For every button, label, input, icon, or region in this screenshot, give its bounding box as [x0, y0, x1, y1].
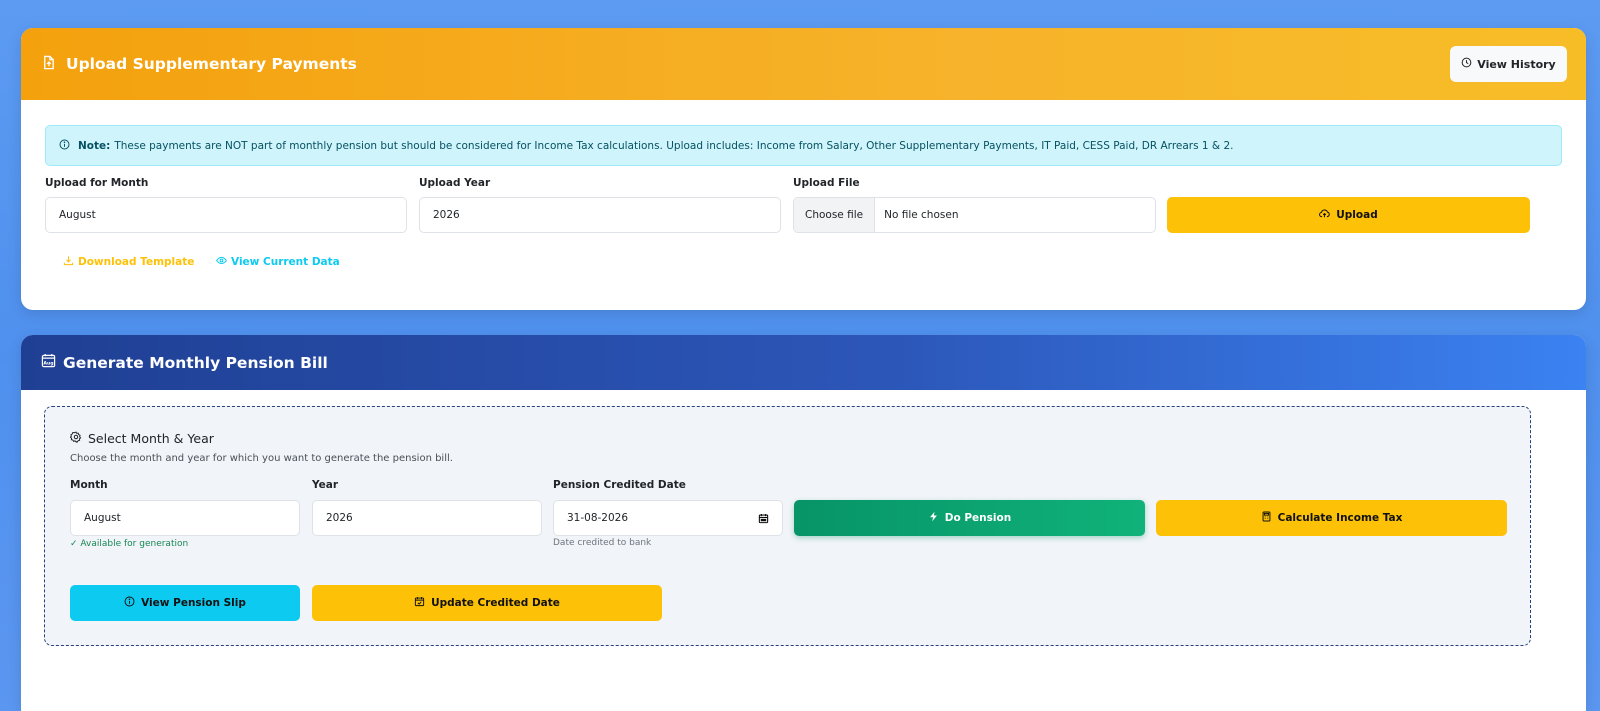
clock-history-icon	[1461, 57, 1472, 71]
calendar-icon: Aug	[41, 353, 56, 372]
upload-year-select[interactable]: 2026	[419, 197, 781, 233]
download-icon	[63, 255, 74, 269]
do-pension-label: Do Pension	[944, 512, 1012, 524]
year-value: 2026	[326, 512, 353, 524]
pension-bill-title-text: Generate Monthly Pension Bill	[63, 353, 328, 372]
view-history-button[interactable]: View History	[1450, 46, 1567, 82]
year-label: Year	[312, 479, 339, 491]
lightning-icon	[928, 511, 939, 525]
upload-month-value: August	[59, 209, 96, 221]
upload-year-label: Upload Year	[419, 177, 491, 189]
credited-date-input[interactable]: 31-08-2026	[553, 500, 783, 536]
note-alert: Note: These payments are NOT part of mont…	[45, 125, 1562, 166]
cloud-upload-icon	[1319, 208, 1330, 222]
view-current-data-label: View Current Data	[231, 256, 340, 268]
upload-file-label: Upload File	[793, 177, 860, 189]
upload-year-value: 2026	[433, 209, 460, 221]
update-credited-date-label: Update Credited Date	[431, 597, 560, 609]
pension-bill-header: Aug Generate Monthly Pension Bill	[21, 335, 1586, 390]
credited-date-value: 31-08-2026	[567, 512, 629, 524]
month-select[interactable]: August	[70, 500, 300, 536]
upload-month-select[interactable]: August	[45, 197, 407, 233]
note-label: Note:	[78, 139, 111, 152]
upload-card-title: Upload Supplementary Payments	[41, 55, 357, 74]
upload-month-label: Upload for Month	[45, 177, 149, 189]
month-value: August	[84, 512, 121, 524]
panel-title-text: Select Month & Year	[88, 431, 214, 446]
pension-bill-title: Aug Generate Monthly Pension Bill	[41, 353, 328, 372]
panel-subtitle: Choose the month and year for which you …	[70, 453, 453, 464]
svg-text:Aug: Aug	[43, 361, 53, 367]
info-circle-icon	[59, 139, 70, 153]
upload-file-input[interactable]: Choose file No file chosen	[793, 197, 1156, 233]
view-pension-slip-button[interactable]: View Pension Slip	[70, 585, 300, 621]
download-template-link[interactable]: Download Template	[63, 255, 194, 269]
upload-supplementary-card: Upload Supplementary Payments View Histo…	[21, 28, 1586, 310]
info-circle-icon	[124, 596, 135, 610]
panel-title: Select Month & Year	[69, 431, 214, 446]
view-history-label: View History	[1477, 57, 1556, 71]
download-template-label: Download Template	[78, 256, 195, 268]
pension-bill-card: Aug Generate Monthly Pension Bill Select…	[21, 335, 1586, 711]
calculate-income-tax-button[interactable]: Calculate Income Tax	[1156, 500, 1507, 536]
calculator-icon	[1261, 511, 1272, 525]
no-file-text: No file chosen	[884, 209, 959, 221]
credited-date-hint: Date credited to bank	[553, 538, 652, 548]
year-select[interactable]: 2026	[312, 500, 542, 536]
do-pension-button[interactable]: Do Pension	[794, 500, 1145, 536]
month-label: Month	[70, 479, 108, 491]
view-current-data-link[interactable]: View Current Data	[216, 255, 340, 269]
eye-icon	[216, 255, 227, 269]
availability-status: ✓ Available for generation	[70, 539, 189, 549]
choose-file-button[interactable]: Choose file	[794, 198, 876, 232]
calendar-check-icon	[414, 596, 425, 610]
calendar-picker-icon[interactable]	[758, 513, 769, 524]
upload-button-label: Upload	[1336, 209, 1378, 221]
gear-icon	[69, 431, 82, 446]
calculate-income-tax-label: Calculate Income Tax	[1277, 512, 1403, 524]
credited-date-label: Pension Credited Date	[553, 479, 686, 491]
view-pension-slip-label: View Pension Slip	[141, 597, 246, 609]
note-text: Note: These payments are NOT part of mont…	[78, 140, 1233, 152]
update-credited-date-button[interactable]: Update Credited Date	[312, 585, 662, 621]
month-year-panel: Select Month & Year Choose the month and…	[44, 406, 1531, 646]
note-body: These payments are NOT part of monthly p…	[114, 139, 1234, 152]
file-upload-icon	[41, 55, 56, 74]
upload-card-header: Upload Supplementary Payments View Histo…	[21, 28, 1586, 100]
upload-card-title-text: Upload Supplementary Payments	[66, 55, 357, 73]
upload-button[interactable]: Upload	[1167, 197, 1530, 233]
